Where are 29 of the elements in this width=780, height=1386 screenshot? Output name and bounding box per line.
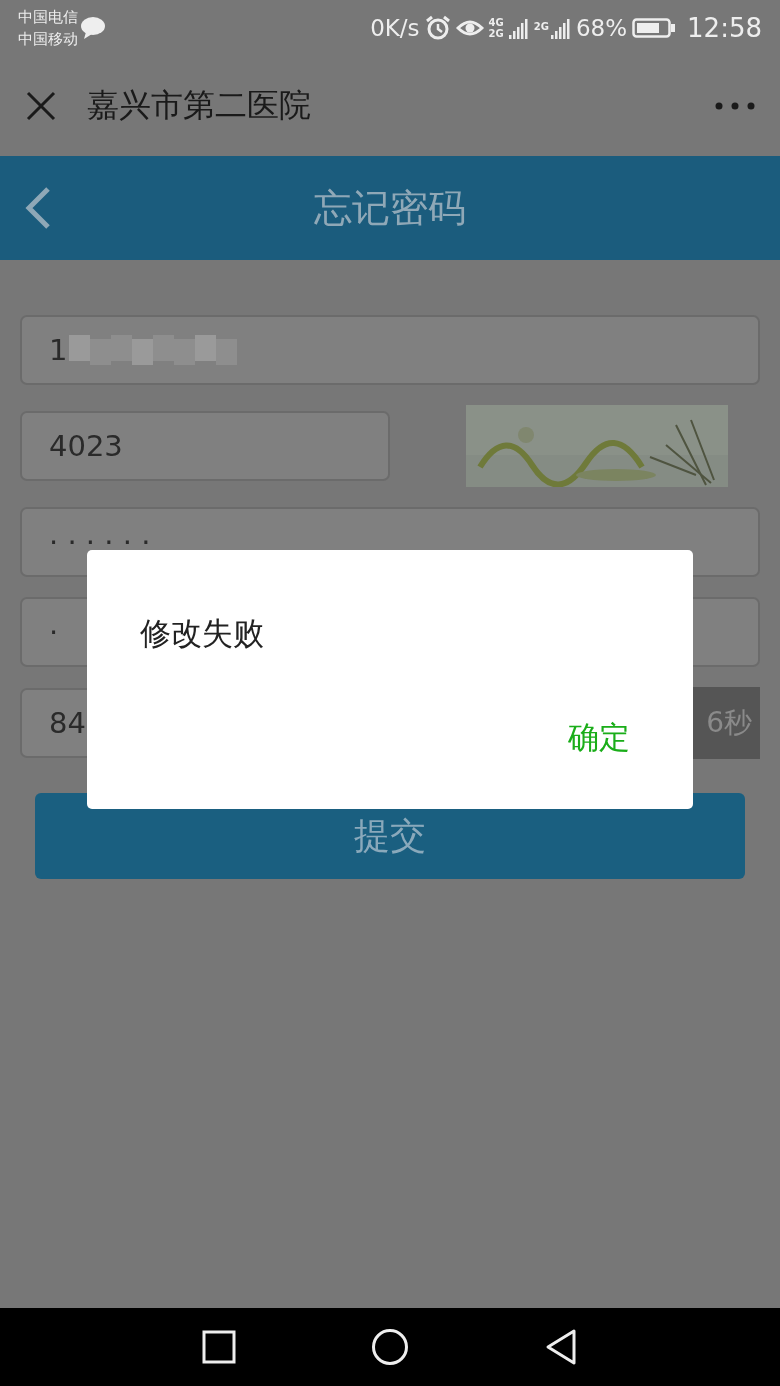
- carrier-name: 中国电信: [18, 7, 78, 28]
- network-type: 2G: [533, 21, 549, 32]
- network-type: 4G: [488, 17, 504, 28]
- signal-icon: [550, 17, 571, 39]
- home-icon: [371, 1328, 409, 1366]
- alarm-clock-icon: [424, 15, 451, 41]
- dialog-message: 修改失败: [140, 614, 264, 653]
- network-type: 2G: [488, 28, 504, 39]
- carrier-name: 中国移动: [18, 29, 78, 50]
- input-field[interactable]: 1: [20, 315, 760, 385]
- battery-icon: [632, 17, 677, 39]
- recent-apps-icon: [202, 1330, 236, 1364]
- back-button[interactable]: [24, 186, 52, 230]
- signal-icon: [508, 17, 529, 39]
- more-icon: [715, 102, 755, 110]
- clock-time: 12:58: [687, 13, 762, 43]
- screen-title: 忘记密码: [314, 184, 466, 232]
- chat-bubble-icon: [80, 16, 106, 40]
- back-icon: [544, 1328, 578, 1366]
- confirm-button[interactable]: 确定: [554, 711, 644, 765]
- more-button[interactable]: [715, 102, 755, 110]
- close-icon: [25, 90, 57, 122]
- battery-percent: 68%: [575, 15, 628, 41]
- eye-icon: [455, 17, 484, 39]
- page-title: 嘉兴市第二医院: [87, 85, 312, 126]
- input-field[interactable]: 4023: [20, 411, 390, 481]
- back-icon: [24, 186, 52, 230]
- network-speed: 0K/s: [370, 15, 420, 41]
- close-button[interactable]: [25, 90, 57, 122]
